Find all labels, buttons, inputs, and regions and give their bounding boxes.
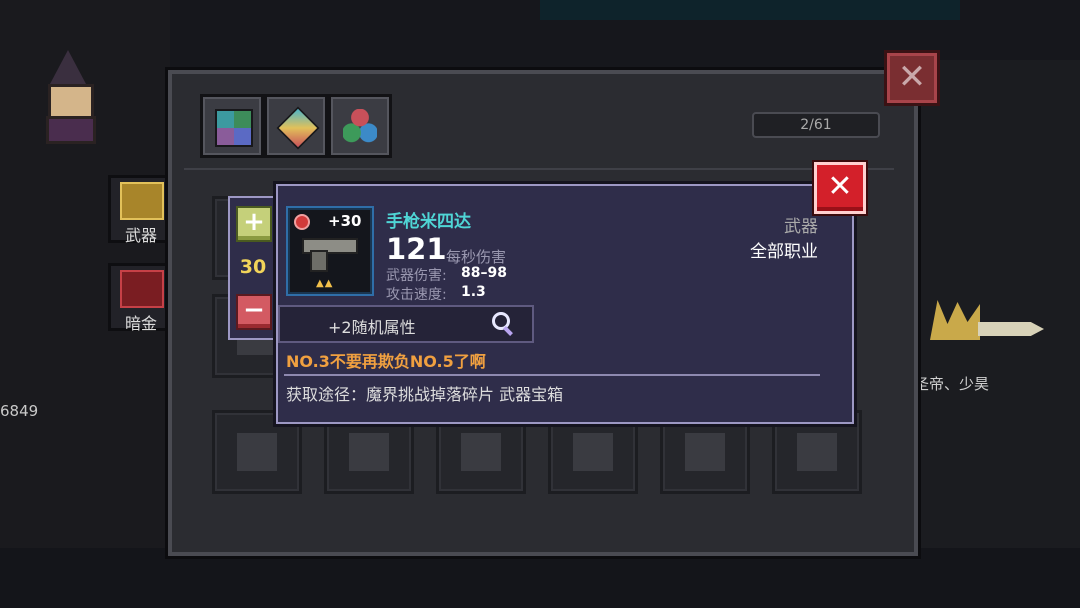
close-icon: ✕	[897, 57, 927, 97]
character-face	[48, 84, 94, 120]
plus-icon: +	[243, 207, 265, 237]
acquisition-source: 获取途径：魔界挑战掉落碎片 武器宝箱	[286, 385, 564, 404]
dark-chest-icon	[120, 270, 164, 308]
triple-orb-icon	[343, 109, 377, 143]
dps-label: 每秒伤害	[446, 248, 507, 266]
sword-chest-icon	[120, 182, 164, 220]
quantity-minus-button[interactable]: −	[236, 294, 272, 330]
popup-divider	[284, 374, 820, 376]
page-counter: 2/61	[752, 112, 880, 138]
item-silhouette-icon	[797, 433, 837, 471]
pistol-icon	[302, 238, 358, 272]
item-silhouette-icon	[349, 433, 389, 471]
tab-dark-gold-label: 暗金	[124, 314, 157, 333]
gem-icon	[276, 106, 320, 150]
quantity-plus-button[interactable]: +	[236, 206, 272, 242]
quantity-value: 30	[239, 256, 267, 278]
item-type: 武器	[784, 217, 818, 237]
item-class: 全部职业	[750, 242, 818, 262]
item-silhouette-icon	[685, 433, 725, 471]
popup-close-button[interactable]: ✕	[814, 162, 866, 214]
category-tab-all[interactable]	[200, 94, 264, 158]
item-name: 手枪米四达	[386, 212, 471, 232]
enemy-hair	[930, 300, 980, 340]
star-rating: ▲▲	[316, 278, 334, 289]
magnifier-icon	[492, 312, 514, 336]
tab-weapon[interactable]: 武器	[108, 175, 174, 245]
category-tab-gem[interactable]	[264, 94, 328, 158]
hero-name: 圣帝、少昊	[914, 375, 990, 393]
tab-weapon-label: 武器	[124, 226, 157, 245]
damage-label: 武器伤害:	[386, 268, 447, 284]
item-silhouette-icon	[573, 433, 613, 471]
background-bottom	[0, 548, 1080, 608]
enemy-character	[930, 300, 1050, 360]
spear-icon	[978, 322, 1044, 336]
panel-close-button[interactable]: ✕	[884, 50, 940, 106]
score-text: 6849	[0, 402, 39, 420]
character-body	[46, 116, 96, 144]
item-silhouette-icon	[237, 433, 277, 471]
flavor-text: NO.3不要再欺负NO.5了啊	[286, 352, 486, 371]
close-icon: ✕	[827, 169, 853, 204]
speed-label: 攻击速度:	[386, 287, 447, 303]
speed-value: 1.3	[461, 284, 486, 300]
random-attribute-label: +2随机属性	[328, 318, 416, 337]
damage-value: 88–98	[461, 265, 507, 281]
all-categories-icon	[215, 109, 253, 147]
minus-icon: −	[243, 295, 265, 325]
category-tab-orbs[interactable]	[328, 94, 392, 158]
dps-value: 121	[386, 232, 447, 266]
background-top-strip	[540, 0, 960, 20]
item-icon-frame: +30 ▲▲	[286, 206, 374, 296]
random-attribute-button[interactable]: +2随机属性	[278, 305, 534, 343]
player-character	[30, 50, 110, 144]
witch-hat	[50, 50, 86, 84]
panel-divider	[184, 168, 894, 170]
item-silhouette-icon	[461, 433, 501, 471]
tab-dark-gold[interactable]: 暗金	[108, 263, 174, 333]
item-level: +30	[328, 212, 362, 230]
rarity-gem-icon	[294, 214, 310, 230]
